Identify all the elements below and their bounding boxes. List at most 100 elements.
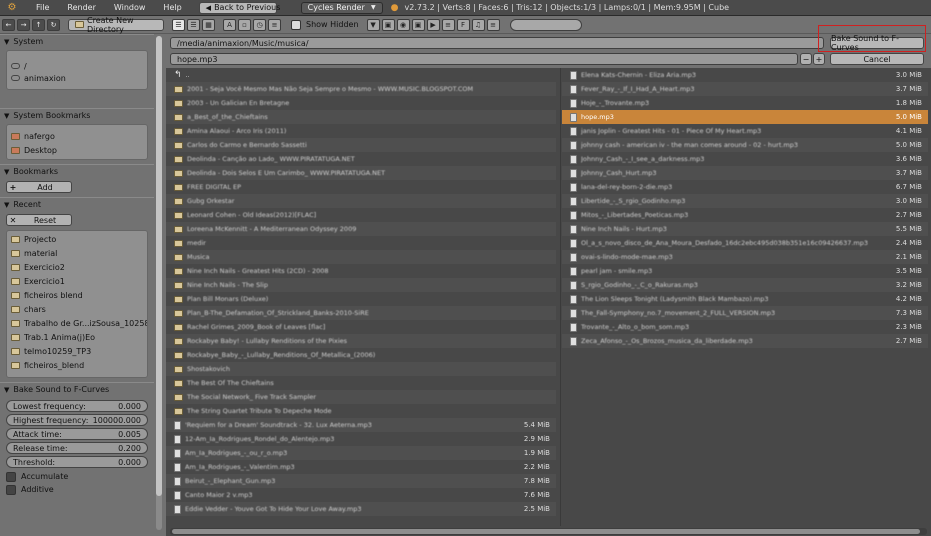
file-row[interactable]: lana-del-rey-born-2-die.mp3 6.7 MiB (562, 180, 928, 194)
system-bookmarks-header[interactable]: ▼ System Bookmarks (0, 108, 154, 122)
filter-movie-icon[interactable]: ▶ (426, 18, 440, 31)
filter-search-field[interactable] (509, 18, 582, 31)
folder-row[interactable]: Amina Alaoui - Arco Iris (2011) (166, 124, 556, 138)
detailed-list-view-icon[interactable]: ☰ (187, 18, 200, 31)
file-row[interactable]: S_rgio_Godinho_-_C_o_Rakuras.mp3 3.2 MiB (562, 278, 928, 292)
file-row[interactable]: Mitos_-_Libertades_Poeticas.mp3 2.7 MiB (562, 208, 928, 222)
folder-row[interactable]: FREE DIGITAL EP (166, 180, 556, 194)
sidebar-scrollbar[interactable] (156, 36, 162, 530)
decrement-button[interactable]: − (800, 53, 812, 65)
recent-item[interactable]: material (7, 246, 147, 260)
recent-item[interactable]: Trabalho de Gr...izSousa_10258 (7, 316, 147, 330)
file-row[interactable]: Am_Ia_Rodrigues_-_ou_r_o.mp3 1.9 MiB (166, 446, 556, 460)
cancel-button[interactable]: Cancel (830, 53, 924, 65)
attack-time-field[interactable]: Attack time: 0.005 (6, 428, 148, 440)
sort-alpha-icon[interactable]: A (223, 18, 236, 31)
horizontal-scrollbar[interactable] (170, 528, 927, 535)
recent-item[interactable]: Trab.1 Anima(j)Eo (7, 330, 147, 344)
file-row[interactable]: Nine Inch Nails - Hurt.mp3 5.5 MiB (562, 222, 928, 236)
filter-text-icon[interactable]: ≡ (486, 18, 500, 31)
recent-item[interactable]: Exercicio2 (7, 260, 147, 274)
folder-row[interactable]: Rockabye_Baby_-_Lullaby_Renditions_Of_Me… (166, 348, 556, 362)
file-row[interactable]: 'Requiem for a Dream' Soundtrack - 32. L… (166, 418, 556, 432)
bake-sound-panel-header[interactable]: ▼ Bake Sound to F-Curves (0, 382, 154, 396)
sort-size-icon[interactable]: ≡ (268, 18, 281, 31)
menu-help[interactable]: Help (154, 3, 190, 12)
folder-row[interactable]: 2003 - Un Galician En Bretagne (166, 96, 556, 110)
increment-button[interactable]: + (813, 53, 825, 65)
recent-item[interactable]: ficheiros blend (7, 288, 147, 302)
file-row[interactable]: Fever_Ray_-_If_I_Had_A_Heart.mp3 3.7 MiB (562, 82, 928, 96)
show-hidden-checkbox[interactable] (291, 19, 301, 30)
folder-row[interactable]: Loreena McKennitt - A Mediterranean Odys… (166, 222, 556, 236)
create-new-directory-button[interactable]: Create New Directory (68, 16, 164, 34)
file-row[interactable]: Johnny_Cash_Hurt.mp3 3.7 MiB (562, 166, 928, 180)
file-row[interactable]: johnny cash - american iv - the man come… (562, 138, 928, 152)
reset-recent-button[interactable]: ✕ Reset (6, 214, 72, 226)
thumbnail-view-icon[interactable]: ▦ (202, 18, 215, 31)
filter-image-icon[interactable]: ▣ (411, 18, 425, 31)
file-row[interactable]: Am_Ia_Rodrigues_-_Valentim.mp3 2.2 MiB (166, 460, 556, 474)
menu-render[interactable]: Render (58, 3, 104, 12)
file-row[interactable]: Beirut_-_Elephant_Gun.mp3 7.8 MiB (166, 474, 556, 488)
folder-row[interactable]: Shostakovich (166, 362, 556, 376)
file-row[interactable]: 12-Am_Ia_Rodrigues_Rondel_do_Alentejo.mp… (166, 432, 556, 446)
file-row[interactable]: Libertide_-_S_rgio_Godinho.mp3 3.0 MiB (562, 194, 928, 208)
sidebar-scroll-thumb[interactable] (156, 36, 162, 496)
file-row[interactable]: Canto Maior 2 v.mp3 7.6 MiB (166, 488, 556, 502)
short-list-view-icon[interactable]: ☰ (172, 18, 185, 31)
recent-item[interactable]: Exercicio1 (7, 274, 147, 288)
sidebar-item-nafergo[interactable]: nafergo (7, 129, 147, 143)
accumulate-checkbox[interactable] (6, 471, 16, 482)
filter-blend-icon[interactable]: ◉ (396, 18, 410, 31)
recent-header[interactable]: ▼ Recent (0, 197, 154, 211)
recent-item[interactable]: Projecto (7, 232, 147, 246)
folder-row[interactable]: Gubg Orkestar (166, 194, 556, 208)
directory-field[interactable]: /media/animaxion/Music/musica/ (170, 37, 824, 49)
file-row[interactable]: ovai-s-lindo-mode-mae.mp3 2.1 MiB (562, 250, 928, 264)
folder-row[interactable]: Deolinda - Canção ao Lado_ WWW.PIRATATUG… (166, 152, 556, 166)
recent-item[interactable]: chars (7, 302, 147, 316)
recent-item[interactable]: telmo10259_TP3 (7, 344, 147, 358)
file-row[interactable]: Elena Kats-Chernin - Eliza Aria.mp3 3.0 M… (562, 68, 928, 82)
folder-row[interactable]: medir (166, 236, 556, 250)
file-row[interactable]: Hoje_-_Trovante.mp3 1.8 MiB (562, 96, 928, 110)
folder-row[interactable]: The Social Network_ Five Track Sampler (166, 390, 556, 404)
menu-file[interactable]: File (27, 3, 58, 12)
recent-item[interactable]: ficheiros_blend (7, 358, 147, 372)
filter-script-icon[interactable]: ≡ (441, 18, 455, 31)
folder-row[interactable]: Musica (166, 250, 556, 264)
folder-row[interactable]: The Best Of The Chieftains (166, 376, 556, 390)
folder-row[interactable]: Plan_B-The_Defamation_Of_Strickland_Bank… (166, 306, 556, 320)
sidebar-item-desktop[interactable]: Desktop (7, 143, 147, 157)
file-row[interactable]: Trovante_-_Alto_o_bom_som.mp3 2.3 MiB (562, 320, 928, 334)
back-to-previous-button[interactable]: ◀ Back to Previous (198, 1, 280, 14)
sort-time-icon[interactable]: ◷ (253, 18, 266, 31)
back-arrow-icon[interactable]: ← (2, 18, 15, 31)
filename-field[interactable]: hope.mp3 (170, 53, 798, 65)
folder-row[interactable]: Carlos do Carmo e Bernardo Sassetti (166, 138, 556, 152)
folder-row[interactable]: Nine Inch Nails - The Slip (166, 278, 556, 292)
accumulate-option[interactable]: Accumulate (0, 470, 154, 483)
file-row[interactable]: Ol_a_s_novo_disco_de_Ana_Moura_Desfado_1… (562, 236, 928, 250)
threshold-field[interactable]: Threshold: 0.000 (6, 456, 148, 468)
parent-dir-icon[interactable]: ↑ (32, 18, 45, 31)
folder-row[interactable]: Rachel Grimes_2009_Book of Leaves [flac] (166, 320, 556, 334)
add-bookmark-button[interactable]: + Add (6, 181, 72, 193)
sidebar-item-animaxion[interactable]: animaxion (7, 71, 147, 85)
folder-row[interactable]: The String Quartet Tribute To Depeche Mo… (166, 404, 556, 418)
forward-arrow-icon[interactable]: → (17, 18, 30, 31)
file-row[interactable]: Zeca_Afonso_-_Os_Brozos_musica_da_liberd… (562, 334, 928, 348)
refresh-icon[interactable]: ↻ (47, 18, 60, 31)
filter-font-icon[interactable]: F (456, 18, 470, 31)
folder-row[interactable]: Deolinda - Dois Selos E Um Carimbo_ WWW.… (166, 166, 556, 180)
filter-sound-icon[interactable]: ♫ (471, 18, 485, 31)
file-row[interactable]: Eddie Vedder - Youve Got To Hide Your Lo… (166, 502, 556, 516)
blender-logo-icon[interactable]: ⚙ (3, 1, 21, 15)
additive-checkbox[interactable] (6, 484, 16, 495)
highest-frequency-field[interactable]: Highest frequency: 100000.000 (6, 414, 148, 426)
sort-ext-icon[interactable]: ▫ (238, 18, 251, 31)
menu-window[interactable]: Window (105, 3, 155, 12)
file-row[interactable]: hope.mp3 5.0 MiB (562, 110, 928, 124)
release-time-field[interactable]: Release time: 0.200 (6, 442, 148, 454)
